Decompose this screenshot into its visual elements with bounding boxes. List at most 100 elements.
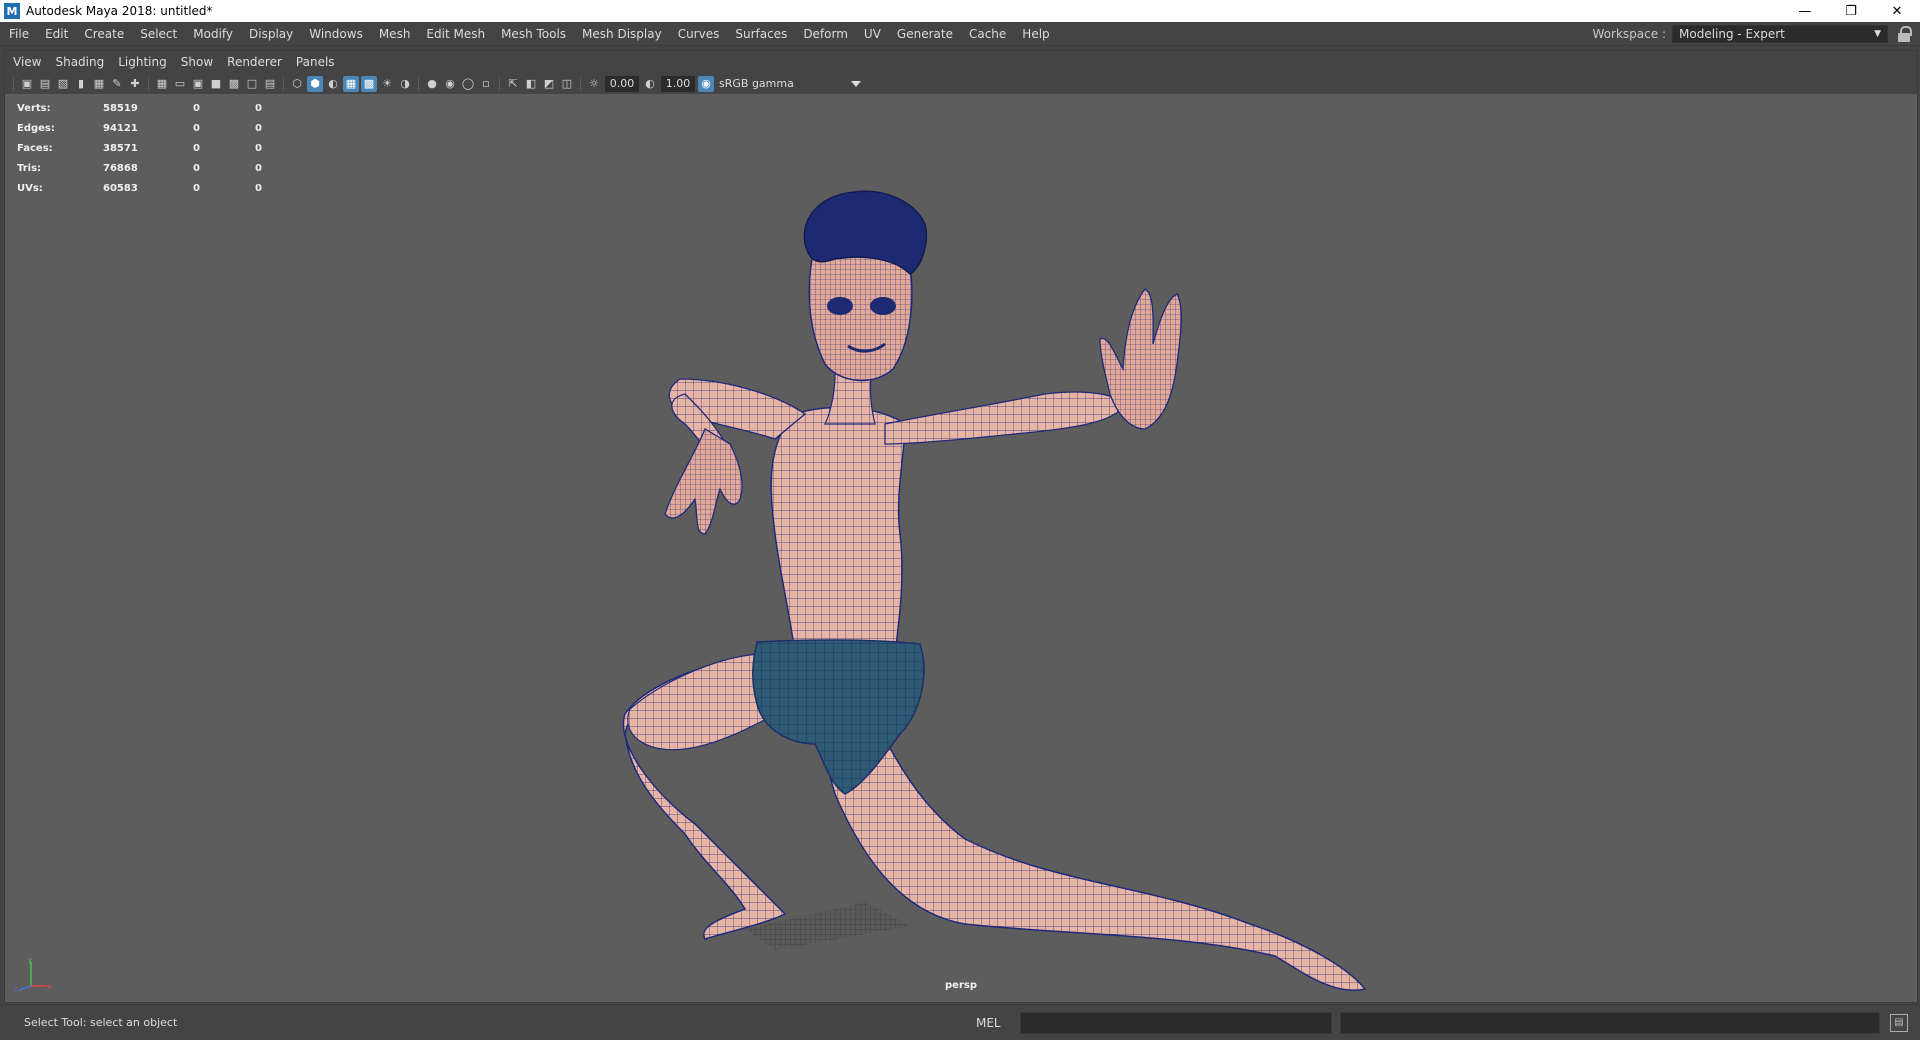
menu-windows[interactable]: Windows [301, 22, 371, 46]
script-editor-icon[interactable]: ▤ [1890, 1013, 1908, 1032]
hud-row-faces: Faces: 38571 0 0 [17, 138, 275, 158]
select-camera-icon[interactable]: ▣ [19, 76, 35, 92]
neck [824, 373, 876, 425]
menu-select[interactable]: Select [132, 22, 185, 46]
menu-create[interactable]: Create [76, 22, 132, 46]
textured-icon[interactable]: ▩ [361, 75, 377, 92]
maya-app-icon: M [4, 3, 20, 19]
two-d-pan-zoom-icon[interactable]: ✚ [127, 76, 143, 92]
menu-mesh[interactable]: Mesh [371, 22, 419, 46]
menu-surfaces[interactable]: Surfaces [727, 22, 795, 46]
resolution-gate-icon[interactable]: ▣ [190, 76, 206, 92]
hud-label: Tris: [17, 162, 42, 174]
isolate-select-icon[interactable]: ⇱ [505, 76, 521, 92]
eye-left [827, 297, 853, 315]
model-panel: View Shading Lighting Show Renderer Pane… [4, 50, 1918, 1003]
bookmarks-icon[interactable]: ▧ [55, 76, 71, 92]
menu-edit-mesh[interactable]: Edit Mesh [418, 22, 493, 46]
hud-region: 0 [255, 102, 262, 114]
hud-selected: 0 [193, 102, 200, 114]
film-gate-icon[interactable]: ▭ [172, 76, 188, 92]
motion-blur-icon[interactable]: ◉ [442, 76, 458, 92]
axis-label-y: y [28, 956, 32, 964]
xray-active-components-icon[interactable]: ◩ [541, 76, 557, 92]
hud-selected: 0 [193, 162, 200, 174]
script-language-toggle[interactable]: MEL [976, 1016, 1020, 1030]
panel-menu-renderer[interactable]: Renderer [220, 55, 289, 69]
gate-mask-icon[interactable]: ■ [208, 76, 224, 92]
close-icon[interactable]: ✕ [1874, 0, 1920, 22]
grid-icon[interactable]: ▦ [154, 76, 170, 92]
exposure-field[interactable]: 0.00 [605, 75, 639, 92]
hud-row-uvs: UVs: 60583 0 0 [17, 178, 275, 198]
workspace-dropdown[interactable]: Modeling - Expert ▼ [1672, 25, 1888, 43]
hand-left [664, 428, 743, 535]
panel-menu-shading[interactable]: Shading [48, 55, 111, 69]
gamma-icon[interactable]: ◐ [642, 76, 658, 92]
character-mesh [622, 190, 1367, 991]
hud-region: 0 [255, 182, 262, 194]
use-all-lights-icon[interactable]: ☀ [379, 76, 395, 92]
panel-menu-panels[interactable]: Panels [289, 55, 342, 69]
grease-pencil-icon[interactable]: ✎ [109, 76, 125, 92]
view-axis-icon: y x z [14, 956, 51, 992]
restore-icon[interactable]: ❐ [1828, 0, 1874, 22]
menu-generate[interactable]: Generate [889, 22, 961, 46]
menu-mesh-tools[interactable]: Mesh Tools [493, 22, 574, 46]
panel-menu-lighting[interactable]: Lighting [111, 55, 174, 69]
hud-label: Verts: [17, 102, 51, 114]
camera-attributes-icon[interactable]: ▤ [37, 76, 53, 92]
shadows-icon[interactable]: ◑ [397, 76, 413, 92]
menu-deform[interactable]: Deform [795, 22, 856, 46]
gamma-field[interactable]: 1.00 [661, 75, 695, 92]
xray-icon[interactable]: ◧ [523, 76, 539, 92]
hud-region: 0 [255, 162, 262, 174]
menu-file[interactable]: File [0, 22, 37, 46]
perspective-viewport[interactable]: Verts: 58519 0 0 Edges: 94121 0 0 Faces:… [5, 94, 1917, 1002]
screen-space-ao-icon[interactable]: ● [424, 76, 440, 92]
menu-edit[interactable]: Edit [37, 22, 76, 46]
wireframe-on-shaded-icon[interactable]: ▦ [343, 75, 359, 92]
window-title: Autodesk Maya 2018: untitled* [26, 4, 213, 18]
menu-help[interactable]: Help [1014, 22, 1057, 46]
lock-icon[interactable] [1898, 26, 1912, 42]
chevron-down-icon [851, 80, 861, 87]
menu-display[interactable]: Display [241, 22, 301, 46]
menu-mesh-display[interactable]: Mesh Display [574, 22, 670, 46]
status-line: Select Tool: select an object MEL ▤ [0, 1004, 1920, 1040]
toolbar-separator [499, 76, 500, 91]
camera-name-label: persp [945, 980, 977, 991]
command-line-input[interactable] [1020, 1011, 1332, 1034]
anti-aliasing-icon[interactable]: ◯ [460, 76, 476, 92]
workspace-value: Modeling - Expert [1679, 27, 1785, 41]
workspace-selector: Workspace : Modeling - Expert ▼ [1593, 22, 1912, 46]
toolbar-separator [148, 76, 149, 91]
bookmark-icon[interactable]: ▮ [73, 76, 89, 92]
field-chart-icon[interactable]: ▩ [226, 76, 242, 92]
panel-menu-show[interactable]: Show [174, 55, 220, 69]
hud-row-verts: Verts: 58519 0 0 [17, 98, 275, 118]
menu-modify[interactable]: Modify [185, 22, 241, 46]
color-management-icon[interactable]: ◉ [698, 75, 714, 92]
hud-value: 94121 [103, 122, 138, 134]
xray-joints-icon[interactable]: ◫ [559, 76, 575, 92]
panel-menu-view[interactable]: View [5, 55, 48, 69]
menu-uv[interactable]: UV [856, 22, 889, 46]
depth-of-field-icon[interactable]: ▫ [478, 76, 494, 92]
workspace-label: Workspace : [1592, 27, 1666, 41]
image-plane-icon[interactable]: ▦ [91, 76, 107, 92]
hud-region: 0 [255, 122, 262, 134]
hud-selected: 0 [193, 182, 200, 194]
safe-title-icon[interactable]: ▤ [262, 76, 278, 92]
view-transform-dropdown[interactable]: sRGB gamma [715, 75, 865, 92]
minimize-icon[interactable]: — [1782, 0, 1828, 22]
chevron-down-icon: ▼ [1874, 29, 1881, 39]
exposure-icon[interactable]: ☼ [586, 76, 602, 92]
axis-label-z: z [14, 985, 18, 992]
wireframe-icon[interactable]: ⬡ [289, 76, 305, 92]
menu-curves[interactable]: Curves [670, 22, 728, 46]
safe-action-icon[interactable]: □ [244, 76, 260, 92]
default-material-icon[interactable]: ◐ [325, 76, 341, 92]
menu-cache[interactable]: Cache [961, 22, 1014, 46]
smooth-shade-icon[interactable]: ⬢ [307, 75, 323, 92]
